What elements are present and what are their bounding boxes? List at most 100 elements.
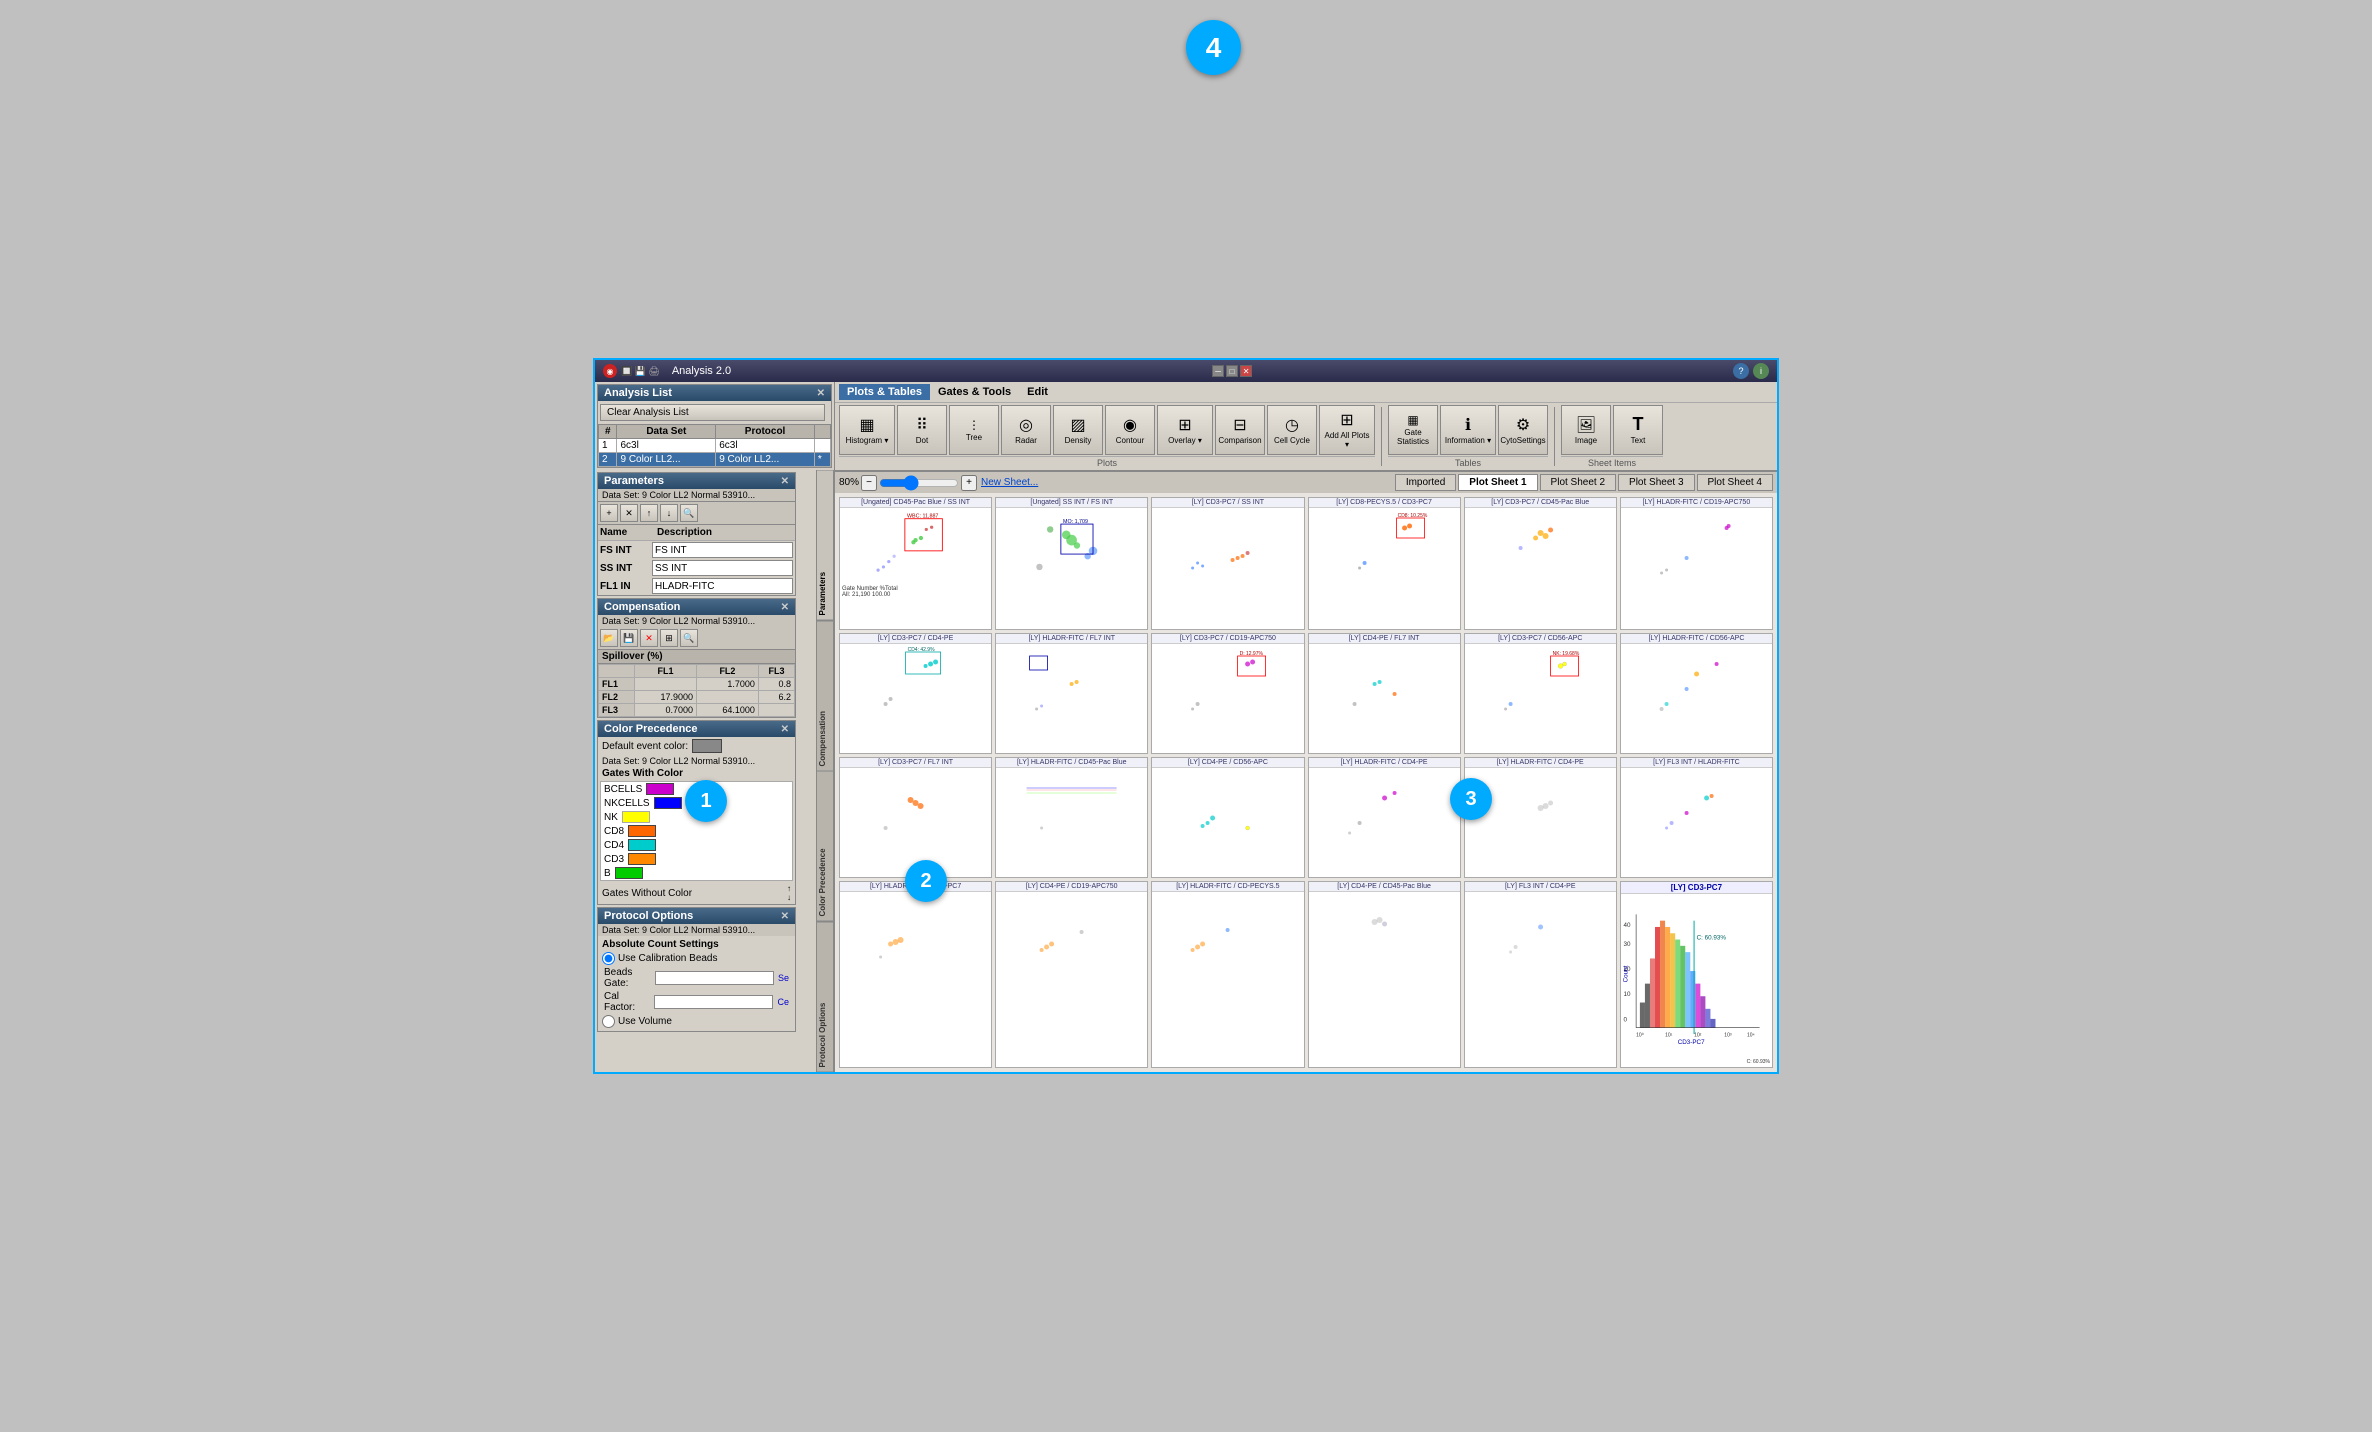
beads-gate-input[interactable]	[655, 971, 774, 985]
zoom-out-button[interactable]: −	[861, 475, 877, 491]
params-down-btn[interactable]: ↓	[660, 504, 678, 522]
plot-ly-hladr-cd45[interactable]: [LY] HLADR-FITC / CD45-Pac Blue	[995, 757, 1148, 878]
parameters-tab[interactable]: Parameters	[816, 470, 834, 621]
sort-down-icon[interactable]: ↓	[787, 893, 791, 902]
plot-ly-hladr-cd3-2[interactable]: [LY] HLADR-FITC / CD3-PC7	[839, 881, 992, 1068]
help-button[interactable]: ?	[1733, 363, 1749, 379]
params-add-btn[interactable]: +	[600, 504, 618, 522]
plot-ly-cd4-fl7[interactable]: [LY] CD4-PE / FL7 INT	[1308, 633, 1461, 754]
plot-ly-hladr-cd56[interactable]: [LY] HLADR-FITC / CD56-APC	[1620, 633, 1773, 754]
comp-save-btn[interactable]: 💾	[620, 629, 638, 647]
menu-plots-tables[interactable]: Plots & Tables	[839, 384, 930, 400]
maximize-button[interactable]: □	[1226, 365, 1238, 377]
plot-ly-cd3-histogram[interactable]: [LY] CD3-PC7 40 30 20 10 0 CD3-PC7	[1620, 881, 1773, 1068]
use-volume-radio[interactable]	[602, 1015, 615, 1028]
plot-ly-cd8-cd3[interactable]: [LY] CD8-PECYS.5 / CD3-PC7 CD8: 10.25%	[1308, 497, 1461, 630]
radar-button[interactable]: ◎ Radar	[1001, 405, 1051, 455]
density-button[interactable]: ▨ Density	[1053, 405, 1103, 455]
spill-fl1-fl1[interactable]	[635, 678, 697, 691]
spill-fl1-fl2[interactable]: 1.7000	[696, 678, 758, 691]
gate-b-color[interactable]	[615, 867, 643, 879]
tab-plot-sheet-4[interactable]: Plot Sheet 4	[1697, 474, 1773, 491]
info-button[interactable]: i	[1753, 363, 1769, 379]
params-search-btn[interactable]: 🔍	[680, 504, 698, 522]
gate-cd4-color[interactable]	[628, 839, 656, 851]
plot-ly-hladr-cdpecys[interactable]: [LY] HLADR-FITC / CD-PECYS.5	[1151, 881, 1304, 1068]
color-precedence-tab[interactable]: Color Precedence	[816, 771, 834, 922]
cal-factor-input[interactable]	[654, 995, 773, 1009]
params-remove-btn[interactable]: ✕	[620, 504, 638, 522]
tab-plot-sheet-2[interactable]: Plot Sheet 2	[1540, 474, 1616, 491]
default-event-swatch[interactable]	[692, 739, 722, 753]
param-ss-int-input[interactable]	[652, 560, 793, 576]
comp-delete-btn[interactable]: ✕	[640, 629, 658, 647]
plot-ly-cd4-cd19[interactable]: [LY] CD4-PE / CD19-APC750	[995, 881, 1148, 1068]
plot-ly-cd3-cd4[interactable]: [LY] CD3-PC7 / CD4-PE CD4: 42.9%	[839, 633, 992, 754]
cal-beads-radio[interactable]	[602, 952, 615, 965]
tab-plot-sheet-1[interactable]: Plot Sheet 1	[1458, 474, 1537, 491]
sort-up-icon[interactable]: ↑	[787, 884, 791, 893]
menu-gates-tools[interactable]: Gates & Tools	[930, 384, 1019, 400]
gate-nkcells-color[interactable]	[654, 797, 682, 809]
protocol-options-tab[interactable]: Protocol Options	[816, 922, 834, 1073]
comp-close[interactable]: ✕	[781, 602, 789, 613]
zoom-slider[interactable]	[879, 475, 959, 491]
contour-button[interactable]: ◉ Contour	[1105, 405, 1155, 455]
plot-ly-cd3-fl7[interactable]: [LY] CD3-PC7 / FL7 INT	[839, 757, 992, 878]
comp-open-btn[interactable]: 📂	[600, 629, 618, 647]
plot-ungated-ss-fs[interactable]: [Ungated] SS INT / FS INT MO: 1,709	[995, 497, 1148, 630]
table-row[interactable]: 1 6c3l 6c3l	[599, 439, 831, 453]
spill-fl3-fl2[interactable]: 64.1000	[696, 704, 758, 717]
histogram-button[interactable]: ▦ Histogram ▾	[839, 405, 895, 455]
plot-ly-cd3-cd56[interactable]: [LY] CD3-PC7 / CD56-APC NK: 19.68%	[1464, 633, 1617, 754]
cal-factor-select-link[interactable]: Ce	[777, 997, 789, 1007]
comp-copy-btn[interactable]: ⊞	[660, 629, 678, 647]
menu-edit[interactable]: Edit	[1019, 384, 1056, 400]
text-button[interactable]: T Text	[1613, 405, 1663, 455]
plot-ly-hladr-fl7[interactable]: [LY] HLADR-FITC / FL7 INT	[995, 633, 1148, 754]
spill-fl2-fl3[interactable]: 6.2	[758, 691, 794, 704]
tab-imported[interactable]: Imported	[1395, 474, 1456, 491]
gate-nk-color[interactable]	[622, 811, 650, 823]
comp-search-btn[interactable]: 🔍	[680, 629, 698, 647]
clear-analysis-button[interactable]: Clear Analysis List	[600, 404, 825, 421]
param-fs-int-input[interactable]	[652, 542, 793, 558]
plot-ly-hladr-cd4[interactable]: [LY] HLADR-FITC / CD4-PE	[1308, 757, 1461, 878]
plot-ly-hladr-cd19[interactable]: [LY] HLADR-FITC / CD19-APC750	[1620, 497, 1773, 630]
proto-close[interactable]: ✕	[781, 911, 789, 922]
cyto-settings-button[interactable]: ⚙ CytoSettings	[1498, 405, 1548, 455]
spill-fl2-fl2[interactable]	[696, 691, 758, 704]
plot-ly-cd3-cd45[interactable]: [LY] CD3-PC7 / CD45-Pac Blue	[1464, 497, 1617, 630]
beads-gate-select-link[interactable]: Se	[778, 973, 789, 983]
image-button[interactable]: 🖼 Image	[1561, 405, 1611, 455]
parameters-close[interactable]: ✕	[781, 476, 789, 487]
gate-statistics-button[interactable]: ▦ Gate Statistics	[1388, 405, 1438, 455]
compensation-tab[interactable]: Compensation	[816, 621, 834, 772]
params-up-btn[interactable]: ↑	[640, 504, 658, 522]
new-sheet-link[interactable]: New Sheet...	[981, 477, 1038, 488]
plot-ly-fl3-cd4[interactable]: [LY] FL3 INT / CD4-PE	[1464, 881, 1617, 1068]
plot-ungated-cd45-ss[interactable]: [Ungated] CD45-Pac Blue / SS INT	[839, 497, 992, 630]
cell-cycle-button[interactable]: ◷ Cell Cycle	[1267, 405, 1317, 455]
analysis-list-close[interactable]: ✕	[817, 388, 825, 399]
gate-cd3-color[interactable]	[628, 853, 656, 865]
plot-ly-cd4-cd56[interactable]: [LY] CD4-PE / CD56-APC	[1151, 757, 1304, 878]
plot-ly-cd4-cd45[interactable]: [LY] CD4-PE / CD45-Pac Blue	[1308, 881, 1461, 1068]
spill-fl2-fl1[interactable]: 17.9000	[635, 691, 697, 704]
param-fl1-input[interactable]	[652, 578, 793, 594]
table-row[interactable]: 2 9 Color LL2... 9 Color LL2... *	[599, 453, 831, 467]
spill-fl3-fl1[interactable]: 0.7000	[635, 704, 697, 717]
add-all-plots-button[interactable]: ⊞ Add All Plots ▾	[1319, 405, 1375, 455]
plot-ly-cd3-cd19[interactable]: [LY] CD3-PC7 / CD19-APC750 D: 12.97%	[1151, 633, 1304, 754]
information-button[interactable]: ℹ Information ▾	[1440, 405, 1496, 455]
gate-cd8-color[interactable]	[628, 825, 656, 837]
spill-fl1-fl3[interactable]: 0.8	[758, 678, 794, 691]
plot-ly-fl3-hladr[interactable]: [LY] FL3 INT / HLADR-FITC	[1620, 757, 1773, 878]
gate-bcells-color[interactable]	[646, 783, 674, 795]
tree-button[interactable]: ⋮ Tree	[949, 405, 999, 455]
minimize-button[interactable]: ─	[1212, 365, 1224, 377]
close-button[interactable]: ✕	[1240, 365, 1252, 377]
zoom-in-button[interactable]: +	[961, 475, 977, 491]
dot-button[interactable]: ⠿ Dot	[897, 405, 947, 455]
spill-fl3-fl3[interactable]	[758, 704, 794, 717]
